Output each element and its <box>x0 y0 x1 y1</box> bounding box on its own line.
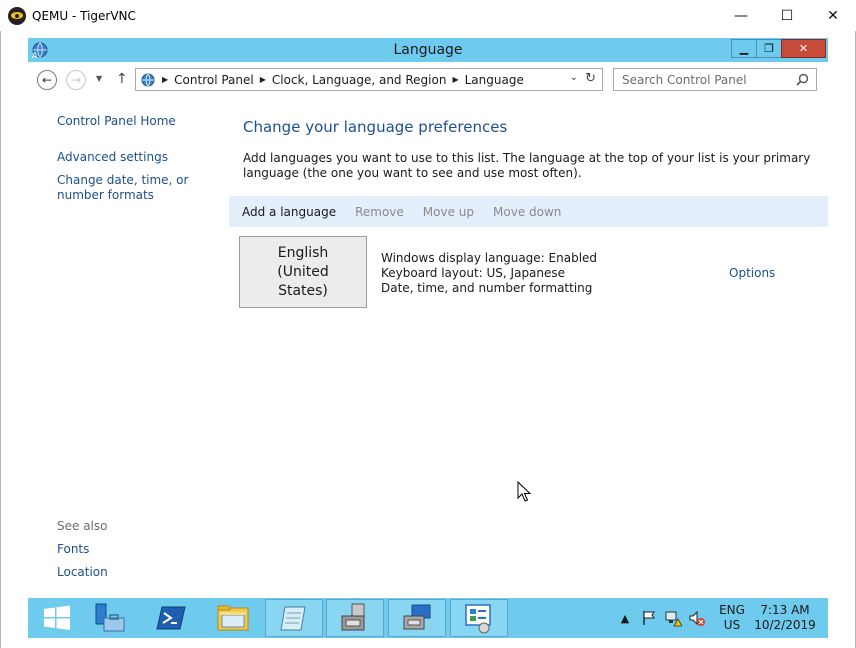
search-icon[interactable] <box>796 73 809 86</box>
control-panel-icon <box>141 73 155 86</box>
network-status-icon[interactable] <box>664 598 682 638</box>
vnc-minimize-button[interactable]: — <box>718 0 764 31</box>
advanced-settings-link[interactable]: Advanced settings <box>57 150 168 165</box>
back-button[interactable]: ← <box>37 70 57 90</box>
language-details: Windows display language: Enabled Keyboa… <box>381 251 597 296</box>
network-warning-icon <box>665 611 682 627</box>
language-globe-icon: A <box>32 42 48 59</box>
window-controls: ▁ ❐ ✕ <box>731 39 826 58</box>
up-level-button[interactable]: ↑ <box>116 71 128 87</box>
vnc-window-controls: — ☐ ✕ <box>718 0 856 31</box>
language-code: ENG <box>719 603 745 617</box>
restore-button[interactable]: ❐ <box>756 39 781 58</box>
taskbar: ▲ ENG US 7:13 AM 10/2/2019 <box>28 598 828 638</box>
flag-icon <box>643 611 655 625</box>
move-up-button[interactable]: Move up <box>423 205 474 219</box>
move-down-button[interactable]: Move down <box>493 205 561 219</box>
server-manager-taskbar-button[interactable] <box>80 599 138 637</box>
language-name: English (United States) <box>277 244 329 299</box>
breadcrumb-clock-language-region[interactable]: Clock, Language, and Region <box>272 73 447 87</box>
powershell-taskbar-button[interactable] <box>142 599 200 637</box>
clock-text: 7:13 AM 10/2/2019 <box>754 603 816 633</box>
vnc-titlebar: QEMU - TigerVNC — ☐ ✕ <box>0 0 856 31</box>
control-panel-icon <box>465 604 491 634</box>
remove-button[interactable]: Remove <box>355 205 404 219</box>
formatting-status: Date, time, and number formatting <box>381 281 593 295</box>
chevron-up-icon: ▲ <box>620 611 630 625</box>
breadcrumb-separator-icon: ▶ <box>162 75 169 84</box>
window-title: Language <box>393 42 463 58</box>
minimize-button[interactable]: ▁ <box>731 39 756 58</box>
see-also-heading: See also <box>57 519 108 533</box>
control-panel-home-link[interactable]: Control Panel Home <box>57 114 176 129</box>
language-indicator-text: ENG US <box>719 603 745 633</box>
add-language-button[interactable]: Add a language <box>242 205 336 219</box>
remote-desktop: A Language ▁ ❐ ✕ ← → ▼ ↑ ▶ Control Panel… <box>28 38 828 638</box>
arrow-left-icon: ← <box>41 73 53 87</box>
search-input[interactable] <box>622 72 792 87</box>
server-manager-icon <box>95 603 125 632</box>
refresh-icon[interactable]: ↻ <box>585 71 596 86</box>
page-title: Change your language preferences <box>243 118 508 136</box>
volume-muted-icon[interactable] <box>688 598 706 638</box>
forward-button[interactable]: → <box>66 70 86 90</box>
keyboard-region: US <box>723 618 741 632</box>
breadcrumb-language[interactable]: Language <box>465 73 524 87</box>
remote-computer-icon <box>403 604 431 630</box>
fonts-link[interactable]: Fonts <box>57 542 89 557</box>
remote-desktop-taskbar-button[interactable] <box>388 599 446 637</box>
clock-time: 7:13 AM <box>760 603 810 617</box>
windows-logo-icon <box>44 605 70 630</box>
language-window: A Language ▁ ❐ ✕ ← → ▼ ↑ ▶ Control Panel… <box>28 38 828 598</box>
clock[interactable]: 7:13 AM 10/2/2019 <box>752 598 818 638</box>
recent-locations-dropdown-icon[interactable]: ▼ <box>96 74 102 83</box>
close-button[interactable]: ✕ <box>781 39 826 58</box>
address-bar[interactable]: ▶ Control Panel ▶ Clock, Language, and R… <box>135 68 603 91</box>
breadcrumb-separator-icon[interactable]: ▶ <box>452 75 458 84</box>
breadcrumb-control-panel[interactable]: Control Panel <box>174 73 254 87</box>
svg-text:A: A <box>32 51 38 59</box>
file-explorer-taskbar-button[interactable] <box>204 599 262 637</box>
notepad-taskbar-button[interactable] <box>265 599 323 637</box>
window-titlebar[interactable]: A Language ▁ ❐ ✕ <box>28 38 828 62</box>
search-box[interactable] <box>613 68 817 91</box>
arrow-right-icon: → <box>70 73 82 87</box>
chevron-down-icon[interactable]: ⌄ <box>570 72 578 83</box>
breadcrumb-separator-icon[interactable]: ▶ <box>260 75 266 84</box>
language-toolbar: Add a language Remove Move up Move down <box>229 196 828 227</box>
keyboard-layout-status: Keyboard layout: US, Japanese <box>381 266 566 280</box>
vnc-maximize-button[interactable]: ☐ <box>764 0 810 31</box>
display-language-status: Windows display language: Enabled <box>381 251 598 265</box>
options-link[interactable]: Options <box>729 266 775 280</box>
vnc-close-button[interactable]: ✕ <box>810 0 856 31</box>
clock-date: 10/2/2019 <box>754 618 816 632</box>
control-panel-taskbar-button[interactable] <box>450 599 508 637</box>
computer-management-icon <box>341 603 365 631</box>
folder-icon <box>217 605 249 631</box>
input-language-indicator[interactable]: ENG US <box>712 598 752 638</box>
location-link[interactable]: Location <box>57 565 108 580</box>
start-button[interactable] <box>28 599 86 637</box>
address-row: ← → ▼ ↑ ▶ Control Panel ▶ Clock, Languag… <box>28 62 828 98</box>
notepad-icon <box>280 606 306 631</box>
change-date-time-formats-link[interactable]: Change date, time, or number formats <box>57 173 227 203</box>
page-description: Add languages you want to use to this li… <box>243 151 811 180</box>
tigervnc-logo-icon <box>8 6 26 25</box>
computer-management-taskbar-button[interactable] <box>326 599 384 637</box>
vnc-window-title: QEMU - TigerVNC <box>32 8 136 23</box>
mouse-cursor-icon <box>517 481 531 502</box>
powershell-icon <box>156 606 186 630</box>
show-hidden-icons-button[interactable]: ▲ <box>618 598 632 638</box>
speaker-muted-icon <box>689 610 705 626</box>
action-center-flag-icon[interactable] <box>640 598 658 638</box>
language-tile-english-us[interactable]: English (United States) <box>239 236 367 308</box>
